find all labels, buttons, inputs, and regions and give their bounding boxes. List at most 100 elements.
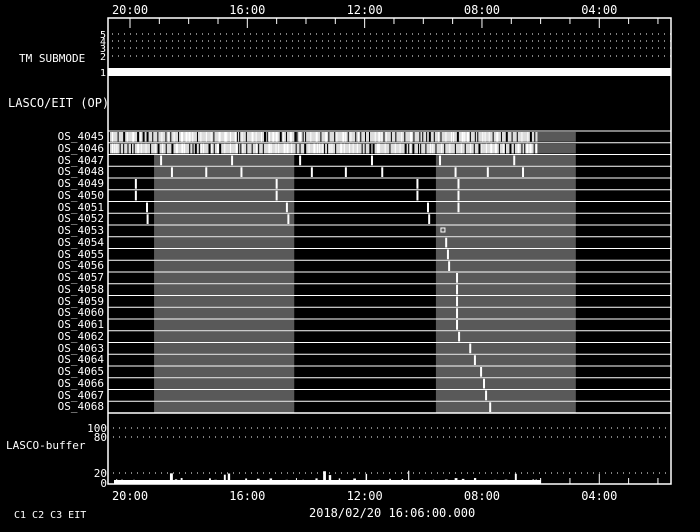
buffer-spike xyxy=(223,474,226,482)
time-tick-label-bottom: 16:00 xyxy=(229,489,265,503)
submode-active-bar xyxy=(108,68,671,76)
stripe-mark xyxy=(313,143,316,154)
stripe-mark xyxy=(521,143,523,154)
buffer-spike xyxy=(295,478,297,482)
stripe-mark xyxy=(130,143,132,154)
stripe-mark xyxy=(133,143,135,154)
stripe-mark xyxy=(299,143,301,154)
stripe-mark xyxy=(165,132,167,142)
buffer-spike xyxy=(144,480,147,482)
stripe-mark xyxy=(246,143,248,154)
stripe-mark xyxy=(385,132,387,142)
stripe-mark xyxy=(230,132,232,142)
stripe-mark xyxy=(404,132,406,142)
stripe-mark xyxy=(477,132,479,142)
row-marker xyxy=(134,179,137,189)
row-marker xyxy=(457,202,460,213)
row-marker xyxy=(457,179,460,189)
gray-span xyxy=(435,378,576,389)
stripe-mark xyxy=(132,132,135,142)
stripe-mark xyxy=(157,132,159,142)
stripe-mark xyxy=(123,143,125,154)
stripe-mark xyxy=(440,132,442,142)
stripe-mark xyxy=(114,143,116,154)
stripe-mark xyxy=(511,132,513,142)
buffer-spike xyxy=(323,471,326,482)
stripe-mark xyxy=(310,132,312,142)
stripe-mark xyxy=(529,132,532,142)
stripe-mark xyxy=(377,143,380,154)
stripe-mark xyxy=(460,143,462,154)
stripe-mark xyxy=(269,132,271,142)
row-marker xyxy=(448,261,451,271)
row-marker xyxy=(299,155,302,166)
stripe-mark xyxy=(192,132,194,142)
stripe-mark xyxy=(505,132,508,142)
stripe-mark xyxy=(192,143,194,154)
stripe-mark xyxy=(216,143,219,154)
stripe-mark xyxy=(213,143,215,154)
stripe-mark xyxy=(336,132,338,142)
row-marker xyxy=(480,367,483,377)
row-marker xyxy=(170,167,173,177)
row-marker xyxy=(134,190,137,201)
stripe-mark xyxy=(119,143,121,154)
buffer-spike xyxy=(353,478,356,482)
stripe-mark xyxy=(196,132,198,142)
gray-span xyxy=(435,366,576,378)
stripe-mark xyxy=(466,132,469,142)
stripe-mark xyxy=(464,143,466,154)
buffer-spike xyxy=(121,479,123,482)
stripe-mark xyxy=(374,132,376,142)
row-marker xyxy=(439,155,442,166)
buffer-spike xyxy=(504,479,508,482)
stripe-mark xyxy=(304,143,307,154)
stripe-mark xyxy=(335,143,337,154)
stripe-mark xyxy=(418,143,420,154)
row-marker xyxy=(416,190,419,201)
stripe-mark xyxy=(278,143,280,154)
buffer-spike xyxy=(208,478,211,482)
stripe-mark xyxy=(224,132,227,142)
row-marker xyxy=(456,320,459,330)
buffer-spike xyxy=(535,479,537,482)
stripe-mark xyxy=(140,132,142,142)
stripe-mark xyxy=(275,143,277,154)
stripe-mark xyxy=(321,143,323,154)
buffer-spike xyxy=(245,478,248,482)
gray-span xyxy=(154,401,295,413)
stripe-mark xyxy=(365,132,367,142)
stripe-mark xyxy=(175,143,178,154)
stripe-mark xyxy=(262,143,264,154)
row-marker xyxy=(445,237,448,248)
stripe-mark xyxy=(464,132,466,142)
stripe-mark xyxy=(205,132,207,142)
stripe-mark xyxy=(294,132,297,142)
gray-span xyxy=(154,178,295,190)
stripe-mark xyxy=(504,143,506,154)
stripe-mark xyxy=(255,143,257,154)
timestamp: 2018/02/20 16:06:00.000 xyxy=(309,506,476,520)
buffer-spike xyxy=(252,480,256,482)
stripe-mark xyxy=(117,132,119,142)
stripe-mark xyxy=(360,132,362,142)
buffer-level-label: 0 xyxy=(100,477,107,490)
stripe-mark xyxy=(343,143,345,154)
stripe-mark xyxy=(272,132,275,142)
buffer-spike xyxy=(302,479,304,482)
stripe-mark xyxy=(349,143,351,154)
stripe-mark xyxy=(474,132,476,142)
stripe-mark xyxy=(308,143,310,154)
buffer-spike xyxy=(116,479,118,482)
row-marker xyxy=(469,343,472,354)
stripe-mark xyxy=(480,143,482,154)
gray-span xyxy=(435,237,576,248)
stripe-mark xyxy=(241,132,243,142)
buffer-spike xyxy=(338,478,341,482)
row-marker xyxy=(370,155,373,166)
row-marker xyxy=(486,167,489,177)
buffer-baseline xyxy=(114,480,541,484)
stripe-mark xyxy=(213,132,215,142)
stripe-mark xyxy=(242,143,244,154)
row-marker xyxy=(483,378,486,389)
